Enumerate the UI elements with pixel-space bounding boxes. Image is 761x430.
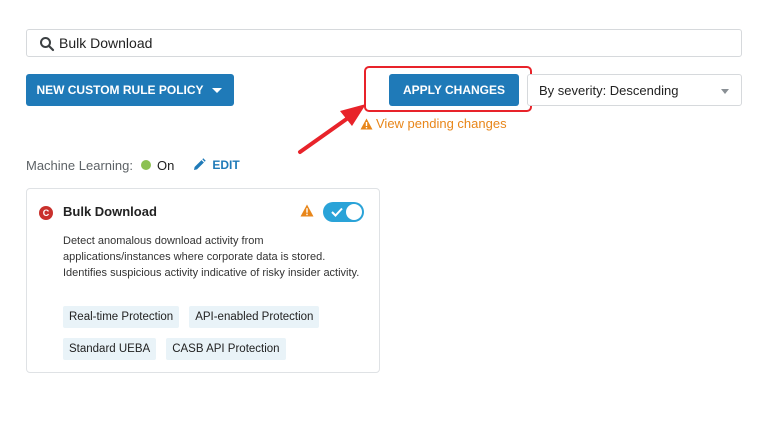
edit-label: EDIT — [212, 158, 240, 172]
machine-learning-row: Machine Learning: On EDIT — [26, 156, 240, 174]
tag-list: Real-time Protection API-enabled Protect… — [63, 306, 363, 360]
tag: Real-time Protection — [63, 306, 180, 328]
search-input[interactable] — [59, 30, 719, 56]
new-custom-rule-policy-button[interactable]: NEW CUSTOM RULE POLICY — [26, 74, 234, 106]
toggle-knob — [346, 204, 362, 220]
warning-icon — [300, 204, 314, 217]
rule-enable-toggle[interactable] — [323, 202, 364, 222]
apply-label: APPLY CHANGES — [402, 83, 506, 97]
status-dot-icon — [140, 160, 151, 170]
check-icon — [331, 207, 343, 217]
edit-ml-button[interactable]: EDIT — [192, 158, 240, 172]
pending-label: View pending changes — [376, 116, 507, 131]
pencil-icon — [194, 158, 207, 170]
card-title: Bulk Download — [63, 204, 157, 219]
apply-changes-button[interactable]: APPLY CHANGES — [389, 74, 519, 106]
ml-status: On — [156, 157, 175, 173]
annotation-arrow — [298, 104, 366, 154]
card-description: Detect anomalous download activity from … — [63, 235, 360, 279]
severity-badge: C — [39, 206, 53, 220]
ml-label: Machine Learning: — [26, 157, 133, 173]
sort-select[interactable]: By severity: Descending — [527, 74, 742, 106]
view-pending-changes-link[interactable]: View pending changes — [360, 116, 507, 131]
tag: Standard UEBA — [63, 338, 157, 360]
tag: API-enabled Protection — [189, 306, 320, 328]
caret-down-icon — [212, 88, 222, 93]
rule-card: C Bulk Download Detect anomalous downloa… — [26, 188, 380, 373]
tag: CASB API Protection — [166, 338, 286, 360]
search-icon — [40, 37, 55, 52]
sort-value: By severity: Descending — [539, 82, 679, 98]
search-box[interactable] — [26, 29, 742, 57]
new-rule-label: NEW CUSTOM RULE POLICY — [36, 83, 204, 97]
caret-down-icon — [721, 89, 729, 94]
